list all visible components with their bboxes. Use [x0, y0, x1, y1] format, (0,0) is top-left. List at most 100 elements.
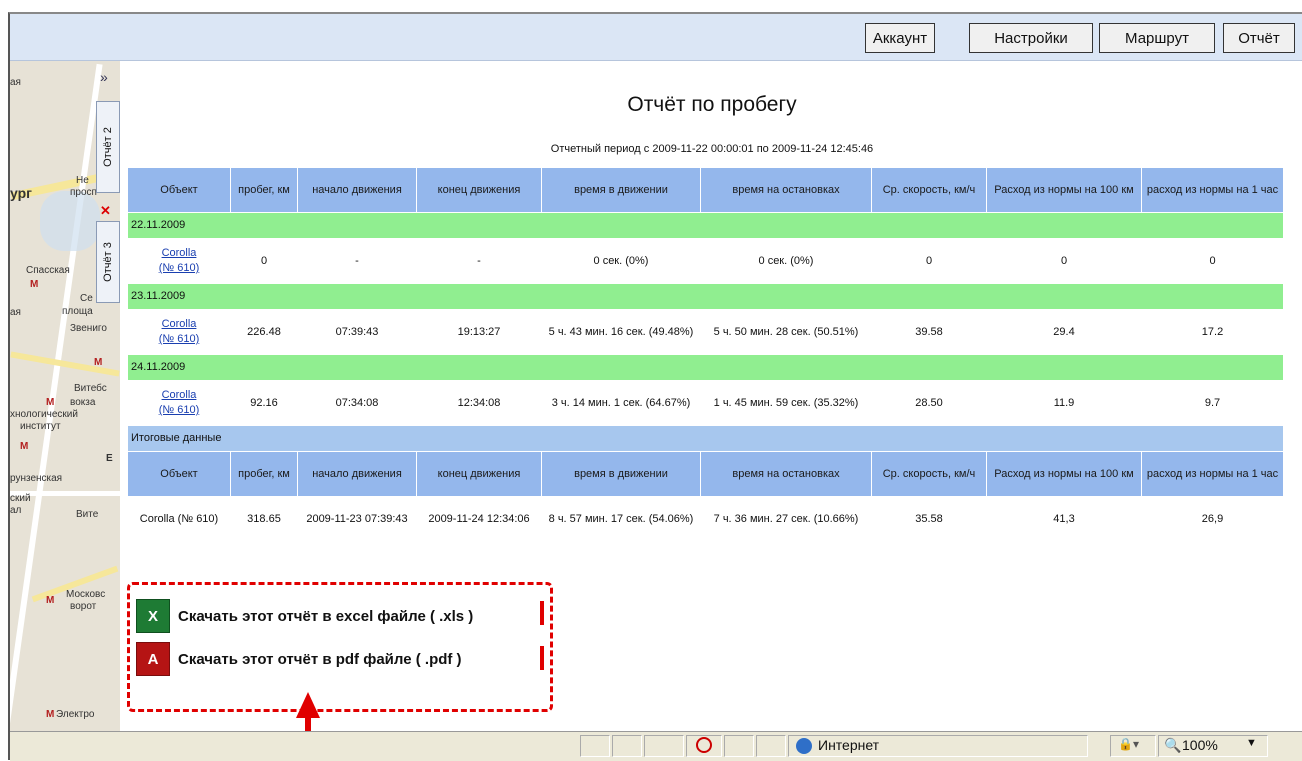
table-cell: 19:13:27 — [416, 309, 542, 355]
zoom-icon: 🔍 — [1164, 737, 1182, 753]
map-label: ая — [10, 77, 21, 88]
status-cell — [612, 735, 642, 757]
map-label: ворот — [70, 601, 97, 612]
close-icon[interactable]: ✕ — [100, 203, 111, 219]
map-label: ург — [10, 185, 32, 201]
table-cell: 5 ч. 43 мин. 16 сек. (49.48%) — [541, 309, 701, 355]
report-panel: Отчёт по пробегу Отчетный период с 2009-… — [122, 61, 1302, 731]
map-road — [10, 63, 103, 729]
date-cell: 22.11.2009 — [127, 212, 1284, 239]
table-header-row: Объект пробег, км начало движения конец … — [127, 451, 1284, 497]
metro-icon: M — [46, 709, 55, 720]
table-cell: 0 — [986, 238, 1142, 284]
table-cell: 29.4 — [986, 309, 1142, 355]
tab-report-2[interactable]: Отчёт 2 — [96, 101, 120, 193]
table-cell: 26,9 — [1141, 496, 1284, 542]
map-label: Не — [76, 175, 89, 186]
map-label: ский — [10, 493, 31, 504]
date-row: 23.11.2009 — [127, 283, 1284, 310]
table-cell: 0 сек. (0%) — [541, 238, 701, 284]
report-period: Отчетный период с 2009-11-22 00:00:01 по… — [550, 143, 874, 155]
map-label: институт — [20, 421, 61, 432]
pdf-icon: A — [136, 642, 170, 676]
route-button[interactable]: Маршрут — [1099, 23, 1215, 53]
table-cell: 07:39:43 — [297, 309, 417, 355]
table-cell: 9.7 — [1141, 380, 1284, 426]
header-cell: Объект — [127, 451, 231, 497]
table-cell: 92.16 — [230, 380, 298, 426]
date-cell: 24.11.2009 — [127, 354, 1284, 381]
table-cell: 17.2 — [1141, 309, 1284, 355]
collapse-icon[interactable]: » — [100, 69, 108, 85]
table-cell: 5 ч. 50 мин. 28 сек. (50.51%) — [700, 309, 872, 355]
download-pdf-label: Скачать этот отчёт в pdf файле ( .pdf ) — [178, 650, 462, 668]
side-tabs: » Отчёт 2 ✕ Отчёт 3 — [94, 61, 120, 303]
table-row: Corolla (№ 610) 92.16 07:34:08 12:34:08 3… — [127, 380, 1284, 426]
metro-icon: M — [46, 595, 55, 606]
table-row: Corolla (№ 610) 0 - - 0 сек. (0%) 0 сек. … — [127, 238, 1284, 284]
table-cell: 2009-11-24 12:34:06 — [416, 496, 542, 542]
map-road — [10, 351, 120, 377]
table-cell: 28.50 — [871, 380, 987, 426]
table-cell: 3 ч. 14 мин. 1 сек. (64.67%) — [541, 380, 701, 426]
status-bar: Интернет 🔒▾ 🔍 100% ▼ — [10, 731, 1302, 761]
metro-icon: M — [30, 279, 39, 290]
table-cell: 2009-11-23 07:39:43 — [297, 496, 417, 542]
account-button[interactable]: Аккаунт — [865, 23, 935, 53]
header-cell: Объект — [127, 167, 231, 213]
map-label: Спасская — [26, 265, 70, 276]
metro-icon: M — [94, 357, 103, 368]
download-xls-label: Скачать этот отчёт в excel файле ( .xls … — [178, 607, 474, 625]
header-cell: Ср. скорость, км/ч — [871, 451, 987, 497]
header-cell: Расход из нормы на 100 км — [986, 451, 1142, 497]
table-cell: 39.58 — [871, 309, 987, 355]
map-label: Витебс — [74, 383, 107, 394]
table-cell: 07:34:08 — [297, 380, 417, 426]
header-cell: Расход из нормы на 100 км — [986, 167, 1142, 213]
object-link[interactable]: Corolla (№ 610) — [159, 389, 200, 416]
object-cell: Corolla (№ 610) — [127, 238, 231, 284]
table-cell: 226.48 — [230, 309, 298, 355]
map-label: рунзенская — [10, 473, 63, 484]
table-cell: 0 — [230, 238, 298, 284]
tab-report-3[interactable]: Отчёт 3 — [96, 221, 120, 303]
table-cell: 1 ч. 45 мин. 59 сек. (35.32%) — [700, 380, 872, 426]
status-cell — [756, 735, 786, 757]
map-label: площа — [62, 306, 93, 317]
summary-data-row: Corolla (№ 610) 318.65 2009-11-23 07:39:… — [127, 496, 1284, 542]
date-row: 22.11.2009 — [127, 212, 1284, 239]
annotation-arrow-shaft — [305, 717, 311, 731]
summary-row: Итоговые данные — [127, 425, 1284, 452]
table-cell: 12:34:08 — [416, 380, 542, 426]
header-cell: начало движения — [297, 167, 417, 213]
date-row: 24.11.2009 — [127, 354, 1284, 381]
chevron-down-icon[interactable]: ▼ — [1246, 737, 1257, 749]
table-header-row: Объект пробег, км начало движения конец … — [127, 167, 1284, 213]
header-cell: конец движения — [416, 167, 542, 213]
table-cell: 0 сек. (0%) — [700, 238, 872, 284]
summary-label: Итоговые данные — [127, 425, 1284, 452]
status-cell — [724, 735, 754, 757]
table-cell: 7 ч. 36 мин. 27 сек. (10.66%) — [700, 496, 872, 542]
header-cell: расход из нормы на 1 час — [1141, 451, 1284, 497]
download-xls-link[interactable]: X Скачать этот отчёт в excel файле ( .xl… — [136, 598, 473, 634]
settings-button[interactable]: Настройки — [969, 23, 1093, 53]
page-title: Отчёт по пробегу — [627, 93, 797, 116]
blocked-icon — [696, 737, 712, 753]
map-label: вокза — [70, 397, 96, 408]
header-cell: время на остановках — [700, 451, 872, 497]
zone-label: Интернет — [818, 737, 880, 753]
map-label: хнологический — [10, 409, 78, 420]
header-cell: время в движении — [541, 167, 701, 213]
map-label: Се — [80, 293, 93, 304]
metro-icon: M — [20, 441, 29, 452]
object-link[interactable]: Corolla (№ 610) — [159, 247, 200, 274]
object-link[interactable]: Corolla (№ 610) — [159, 318, 200, 345]
status-cell — [644, 735, 684, 757]
download-pdf-link[interactable]: A Скачать этот отчёт в pdf файле ( .pdf … — [136, 641, 462, 677]
report-button[interactable]: Отчёт — [1223, 23, 1295, 53]
table-cell: 0 — [871, 238, 987, 284]
map-water — [40, 191, 100, 251]
table-cell: - — [297, 238, 417, 284]
object-cell: Corolla (№ 610) — [127, 309, 231, 355]
